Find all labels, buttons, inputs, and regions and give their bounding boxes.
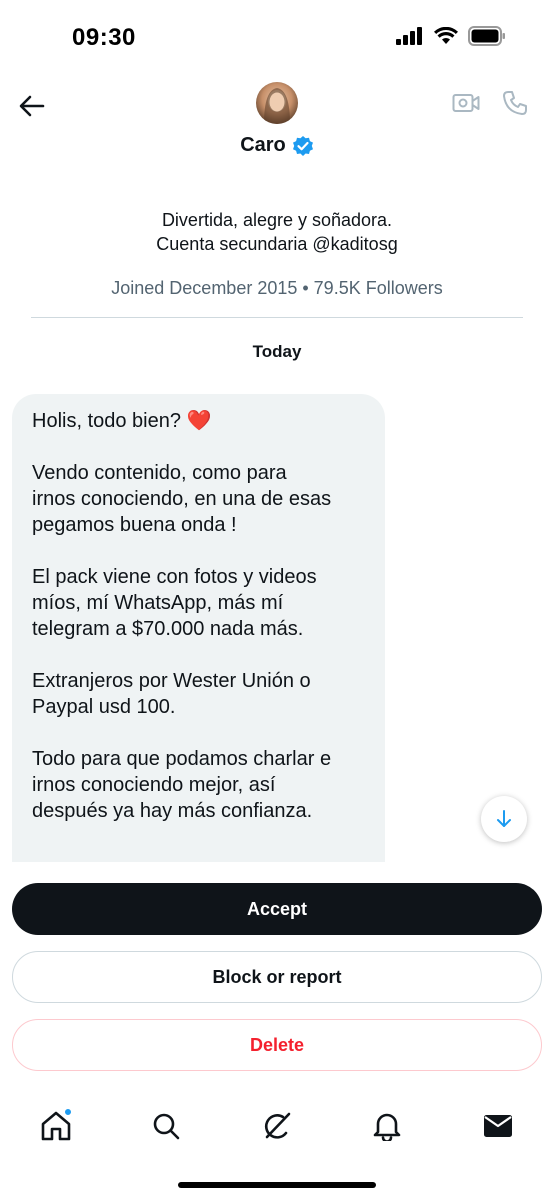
bio-line-2: Cuenta secundaria @kaditosg	[156, 234, 398, 254]
delete-button[interactable]: Delete	[12, 1019, 542, 1071]
notification-dot	[64, 1108, 72, 1116]
video-camera-icon[interactable]	[452, 92, 480, 114]
arrow-left-icon	[19, 95, 45, 117]
accept-button[interactable]: Accept	[12, 883, 542, 935]
contact-name-row[interactable]: Caro	[0, 134, 554, 157]
search-icon	[152, 1112, 180, 1140]
avatar[interactable]	[256, 82, 298, 124]
header-actions	[452, 90, 528, 116]
battery-icon	[468, 26, 506, 51]
status-bar: 09:30	[0, 0, 554, 72]
message-paragraph: El pack viene con fotos y videos míos, m…	[32, 566, 317, 640]
divider	[31, 317, 523, 318]
profile-info: Divertida, alegre y soñadora. Cuenta sec…	[0, 208, 554, 299]
message-paragraph: Extranjeros por Wester Unión o Paypal us…	[32, 670, 311, 718]
status-icons	[396, 26, 506, 51]
message-paragraph: Todo para que podamos charlar e irnos co…	[32, 748, 332, 822]
home-indicator	[178, 1182, 376, 1188]
date-separator: Today	[252, 342, 302, 361]
tab-home[interactable]	[36, 1106, 76, 1146]
message-request-actions: Accept Block or report Delete	[0, 862, 554, 1082]
tab-notifications[interactable]	[367, 1106, 407, 1146]
profile-meta: Joined December 2015 • 79.5K Followers	[111, 278, 443, 298]
bio-line-1: Divertida, alegre y soñadora.	[161, 210, 393, 230]
status-time: 09:30	[72, 24, 136, 51]
contact-name: Caro	[240, 134, 286, 156]
scroll-down-button[interactable]	[481, 796, 527, 842]
message-bubble[interactable]: Holis, todo bien? ❤️ Vendo contenido, co…	[12, 394, 385, 864]
tab-messages[interactable]	[478, 1106, 518, 1146]
conversation-header: Caro	[0, 72, 554, 182]
cellular-signal-icon	[396, 27, 424, 50]
phone-icon[interactable]	[502, 90, 528, 116]
verified-badge-icon	[292, 135, 314, 157]
back-button[interactable]	[16, 90, 48, 122]
arrow-down-icon	[496, 810, 512, 828]
tab-grok[interactable]	[257, 1106, 297, 1146]
wifi-icon	[434, 26, 458, 50]
grok-icon	[262, 1111, 292, 1141]
block-or-report-button[interactable]: Block or report	[12, 951, 542, 1003]
message-paragraph: Holis, todo bien? ❤️	[32, 410, 212, 432]
tab-search[interactable]	[146, 1106, 186, 1146]
message-paragraph: Vendo contenido, como para irnos conocie…	[32, 462, 332, 536]
mail-icon	[483, 1114, 513, 1138]
bell-icon	[373, 1111, 401, 1141]
